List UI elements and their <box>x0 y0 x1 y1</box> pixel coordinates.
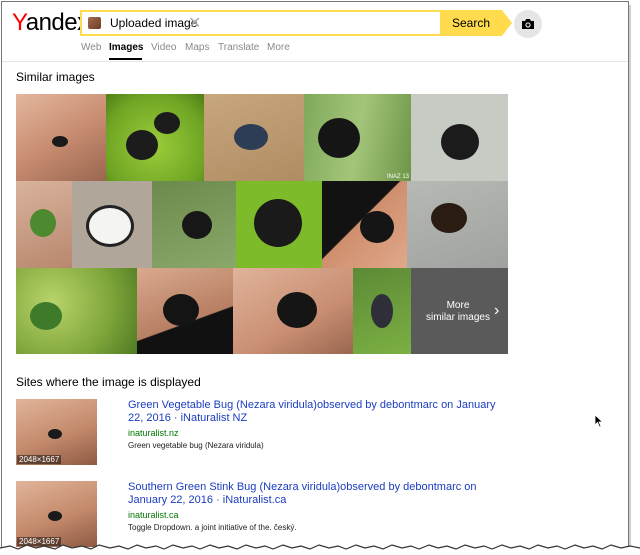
similar-image-tile[interactable] <box>16 268 137 354</box>
tab-images[interactable]: Images <box>109 42 143 53</box>
similar-image-tile[interactable] <box>137 268 233 354</box>
similar-image-tile[interactable] <box>152 181 236 268</box>
similar-images-heading: Similar images <box>16 70 95 84</box>
uploaded-thumbnail <box>88 17 101 29</box>
mouse-pointer-icon <box>594 414 604 428</box>
result-url-link[interactable]: inaturalist.nz <box>128 428 179 438</box>
result-url-link[interactable]: inaturalist.ca <box>128 510 179 520</box>
similar-image-tile[interactable] <box>236 181 322 268</box>
similar-image-tile[interactable] <box>353 268 411 354</box>
similar-image-tile[interactable] <box>16 181 72 268</box>
result-description: Toggle Dropdown. a joint initiative of t… <box>128 523 297 532</box>
tab-translate[interactable]: Translate <box>218 42 259 53</box>
search-input[interactable]: Uploaded image ✕ <box>80 10 442 36</box>
search-bar: Uploaded image ✕ Search <box>80 10 512 36</box>
result-title-link[interactable]: Southern Green Stink Bug (Nezara viridul… <box>128 481 513 507</box>
yandex-logo[interactable]: Yandex <box>12 9 89 37</box>
active-tab-indicator <box>109 58 142 60</box>
chevron-right-icon: › <box>494 302 500 319</box>
header-divider <box>2 61 628 62</box>
tab-maps[interactable]: Maps <box>185 42 209 53</box>
similar-image-tile[interactable] <box>106 94 204 181</box>
more-similar-images-label: More similar images <box>426 300 490 323</box>
similar-image-tile[interactable] <box>407 181 508 268</box>
close-icon[interactable]: ✕ <box>188 13 201 33</box>
similar-image-tile[interactable] <box>72 181 152 268</box>
similar-image-tile[interactable] <box>204 94 304 181</box>
image-size-label: 2048×1667 <box>17 455 62 464</box>
result-description: Green vegetable bug (Nezara viridula) <box>128 441 264 450</box>
tab-web[interactable]: Web <box>81 42 101 53</box>
camera-icon <box>522 19 534 29</box>
result-title-link[interactable]: Green Vegetable Bug (Nezara viridula)obs… <box>128 399 513 425</box>
similar-image-tile[interactable] <box>322 181 407 268</box>
similar-image-tile[interactable] <box>16 94 106 181</box>
browser-frame: Yandex Uploaded image ✕ Search Web Image… <box>1 1 629 551</box>
camera-search-button[interactable] <box>514 10 542 38</box>
similar-image-tile[interactable]: INAZ 13 <box>304 94 411 181</box>
similar-image-tile[interactable] <box>411 94 508 181</box>
logo-letter: Y <box>12 9 26 36</box>
tab-more[interactable]: More <box>267 42 290 53</box>
sites-heading: Sites where the image is displayed <box>16 375 201 389</box>
torn-edge <box>0 544 640 555</box>
site-result: 2048×1667 Green Vegetable Bug (Nezara vi… <box>16 399 536 469</box>
uploaded-image-label: Uploaded image <box>110 16 198 30</box>
result-thumbnail[interactable]: 2048×1667 <box>16 481 97 547</box>
similar-image-tile[interactable] <box>233 268 353 354</box>
search-button[interactable]: Search <box>440 10 512 36</box>
more-similar-images-button[interactable]: More similar images › <box>411 268 508 354</box>
image-watermark: INAZ 13 <box>386 174 409 180</box>
tab-video[interactable]: Video <box>151 42 176 53</box>
result-thumbnail[interactable]: 2048×1667 <box>16 399 97 465</box>
